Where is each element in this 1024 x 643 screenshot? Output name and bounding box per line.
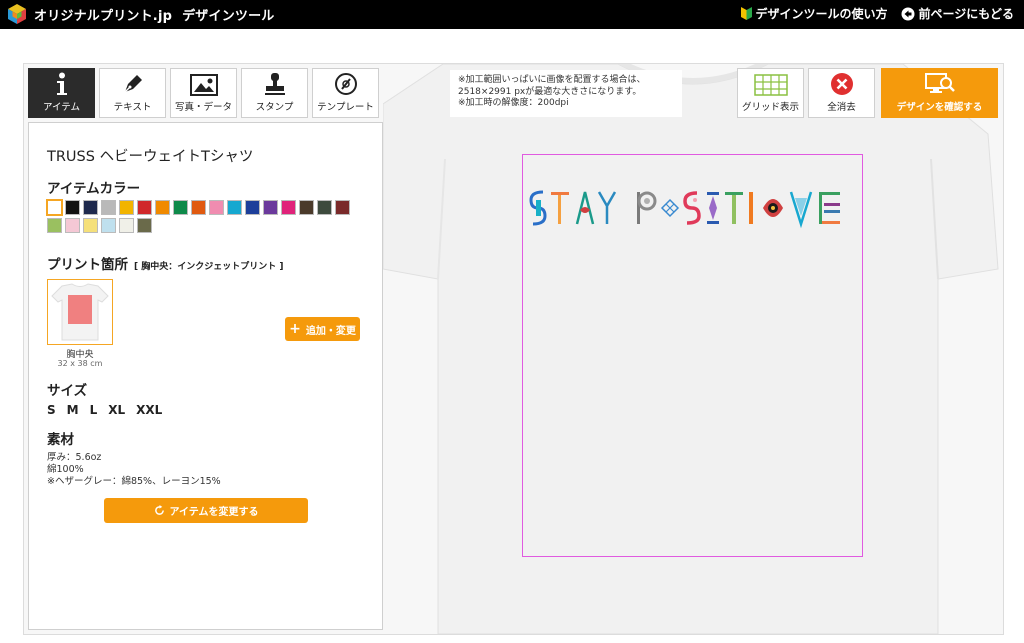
- notice-line: 2518×2991 pxが最適な大きさになります。: [458, 86, 642, 97]
- pen-icon: [123, 75, 142, 93]
- tab-stamp-label: スタンプ: [255, 102, 294, 113]
- size-option[interactable]: S: [47, 403, 56, 417]
- grid-label: グリッド表示: [741, 102, 799, 113]
- material-line: ※ヘザーグレー：綿85%、レーヨン15%: [47, 476, 221, 487]
- add-change-label: 追加・変更: [305, 325, 356, 337]
- color-swatch[interactable]: [65, 218, 80, 233]
- print-location-size: 32 x 38 cm: [57, 359, 103, 368]
- color-swatch[interactable]: [46, 199, 63, 216]
- color-swatches: [46, 199, 367, 233]
- item-title: TRUSS ヘビーウェイトTシャツ: [47, 149, 254, 165]
- color-swatch[interactable]: [209, 200, 224, 215]
- top-bar: オリジナルプリント.jp デザインツール デザインツールの使い方 前ページにもどる: [0, 0, 1024, 29]
- color-swatch[interactable]: [173, 200, 188, 215]
- beginner-mark-icon: [741, 7, 753, 20]
- print-method-label: [ 胸中央：インクジェットプリント ]: [134, 262, 284, 272]
- tab-item-label: アイテム: [42, 102, 81, 113]
- material-heading: 素材: [47, 432, 74, 448]
- clear-all-label: 全消去: [827, 102, 856, 113]
- color-swatch[interactable]: [245, 200, 260, 215]
- color-swatch[interactable]: [191, 200, 206, 215]
- print-location-thumbnail[interactable]: [47, 279, 113, 345]
- color-swatch[interactable]: [281, 200, 296, 215]
- close-circle-icon: [830, 73, 853, 95]
- help-link[interactable]: デザインツールの使い方: [741, 5, 887, 22]
- color-swatch[interactable]: [47, 218, 62, 233]
- tab-template-label: テンプレート: [317, 102, 374, 113]
- size-option[interactable]: XL: [108, 403, 125, 417]
- color-swatch[interactable]: [83, 218, 98, 233]
- color-swatch[interactable]: [83, 200, 98, 215]
- size-option[interactable]: M: [67, 403, 79, 417]
- size-option[interactable]: L: [90, 403, 98, 417]
- color-swatch[interactable]: [263, 200, 278, 215]
- logo-subtitle: デザインツール: [182, 8, 275, 24]
- color-swatch[interactable]: [101, 218, 116, 233]
- tab-text-label: テキスト: [113, 102, 152, 113]
- tab-template[interactable]: テンプレート: [312, 68, 379, 118]
- material-line: 厚み：5.6oz: [47, 452, 102, 463]
- material-line: 綿100%: [47, 464, 84, 475]
- color-swatch[interactable]: [65, 200, 80, 215]
- tool-tabs: アイテム テキスト 写真・データ スタンプ テンプレート: [28, 68, 379, 118]
- notice-line: ※加工時の解像度：200dpi: [458, 98, 569, 108]
- clear-all-button[interactable]: 全消去: [808, 68, 875, 118]
- tab-stamp[interactable]: スタンプ: [241, 68, 308, 118]
- color-swatch[interactable]: [137, 218, 152, 233]
- tab-photo-data-label: 写真・データ: [174, 102, 232, 113]
- color-swatch[interactable]: [137, 200, 152, 215]
- notice-line: ※加工範囲いっぱいに画像を配置する場合は、: [458, 75, 646, 85]
- color-swatch[interactable]: [227, 200, 242, 215]
- print-size-notice: ※加工範囲いっぱいに画像を配置する場合は、 2518×2991 pxが最適な大きさ…: [450, 70, 682, 117]
- grid-icon: [753, 74, 788, 96]
- confirm-design-button[interactable]: デザインを確認する: [881, 68, 998, 118]
- color-swatch[interactable]: [101, 200, 116, 215]
- change-item-label: アイテムを変更する: [169, 507, 259, 518]
- color-swatch[interactable]: [299, 200, 314, 215]
- logo-cube-icon: [8, 4, 26, 24]
- back-link[interactable]: 前ページにもどる: [901, 5, 1014, 22]
- info-icon: [56, 72, 67, 95]
- tshirt-thumbnail-icon: [51, 283, 109, 341]
- size-list: S M L XL XXL: [47, 403, 162, 417]
- add-change-button[interactable]: + 追加・変更: [285, 317, 360, 341]
- stay-positive-design[interactable]: [527, 186, 858, 230]
- image-icon: [189, 74, 218, 96]
- color-swatch[interactable]: [119, 200, 134, 215]
- confirm-design-label: デザインを確認する: [896, 102, 983, 113]
- material-info: 厚み：5.6oz 綿100% ※ヘザーグレー：綿85%、レーヨン15%: [47, 452, 221, 488]
- size-option[interactable]: XXL: [136, 403, 162, 417]
- color-swatch[interactable]: [335, 200, 350, 215]
- color-swatch[interactable]: [155, 200, 170, 215]
- color-swatch[interactable]: [119, 218, 134, 233]
- size-heading: サイズ: [47, 383, 88, 399]
- grid-toggle-button[interactable]: グリッド表示: [737, 68, 804, 118]
- refresh-icon: [154, 505, 164, 515]
- change-item-button[interactable]: アイテムを変更する: [104, 498, 308, 523]
- site-logo[interactable]: オリジナルプリント.jp デザインツール: [6, 3, 275, 25]
- template-icon: [334, 73, 357, 95]
- stamp-icon: [264, 73, 285, 95]
- print-location-heading: プリント箇所 [ 胸中央：インクジェットプリント ]: [47, 253, 284, 273]
- monitor-search-icon: [924, 73, 955, 93]
- back-link-label: 前ページにもどる: [918, 7, 1014, 21]
- tab-text[interactable]: テキスト: [99, 68, 166, 118]
- item-color-heading: アイテムカラー: [47, 181, 141, 197]
- logo-text: オリジナルプリント.jp: [34, 8, 173, 24]
- item-panel: TRUSS ヘビーウェイトTシャツ アイテムカラー プリント箇所 [ 胸中央：イ…: [28, 122, 383, 630]
- plus-icon: +: [289, 321, 301, 337]
- tab-photo-data[interactable]: 写真・データ: [170, 68, 237, 118]
- print-heading-label: プリント箇所: [47, 257, 128, 273]
- back-arrow-icon: [901, 7, 915, 20]
- help-link-label: デザインツールの使い方: [755, 7, 888, 21]
- tab-item[interactable]: アイテム: [28, 68, 95, 118]
- color-swatch[interactable]: [317, 200, 332, 215]
